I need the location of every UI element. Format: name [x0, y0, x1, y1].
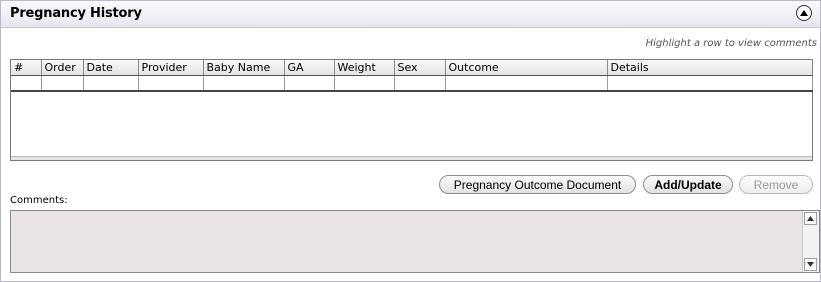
- panel-title: Pregnancy History: [10, 6, 142, 21]
- column-header-details[interactable]: Details: [607, 60, 813, 76]
- table-row[interactable]: [11, 75, 813, 92]
- grid-bottom-bar: [11, 156, 812, 160]
- comments-textarea[interactable]: [10, 210, 820, 273]
- column-header-sex[interactable]: Sex: [394, 60, 446, 76]
- cell-ga: [284, 75, 335, 92]
- comments-scrollbar[interactable]: [802, 211, 819, 272]
- scroll-up-arrow-icon[interactable]: [804, 212, 817, 225]
- cell-date: [83, 75, 139, 92]
- cell-outcome: [445, 75, 608, 92]
- column-header-order[interactable]: Order: [41, 60, 84, 76]
- scroll-down-arrow-icon[interactable]: [804, 258, 817, 271]
- pregnancy-history-panel: Pregnancy History Highlight a row to vie…: [0, 0, 821, 282]
- cell-order: [41, 75, 84, 92]
- pregnancy-outcome-document-button[interactable]: Pregnancy Outcome Document: [439, 175, 636, 194]
- column-header-date[interactable]: Date: [83, 60, 139, 76]
- grid-header-row: # Order Date Provider Baby Name GA Weigh…: [11, 60, 813, 76]
- cell-provider: [138, 75, 204, 92]
- cell-baby-name: [203, 75, 285, 92]
- add-update-button[interactable]: Add/Update: [643, 175, 733, 194]
- column-header-baby-name[interactable]: Baby Name: [203, 60, 285, 76]
- cell-weight: [334, 75, 395, 92]
- collapse-icon[interactable]: [796, 5, 812, 21]
- comments-label: Comments:: [10, 195, 68, 206]
- remove-button[interactable]: Remove: [739, 175, 813, 194]
- panel-header: Pregnancy History: [1, 1, 820, 28]
- column-header-number[interactable]: #: [11, 60, 42, 76]
- column-header-outcome[interactable]: Outcome: [445, 60, 608, 76]
- cell-number: [11, 75, 42, 92]
- pregnancy-history-grid[interactable]: # Order Date Provider Baby Name GA Weigh…: [10, 59, 813, 161]
- cell-sex: [394, 75, 446, 92]
- column-header-ga[interactable]: GA: [284, 60, 335, 76]
- column-header-weight[interactable]: Weight: [334, 60, 395, 76]
- cell-details: [607, 75, 813, 92]
- column-header-provider[interactable]: Provider: [138, 60, 204, 76]
- grid-table: # Order Date Provider Baby Name GA Weigh…: [11, 60, 813, 92]
- highlight-row-hint: Highlight a row to view comments: [645, 38, 817, 49]
